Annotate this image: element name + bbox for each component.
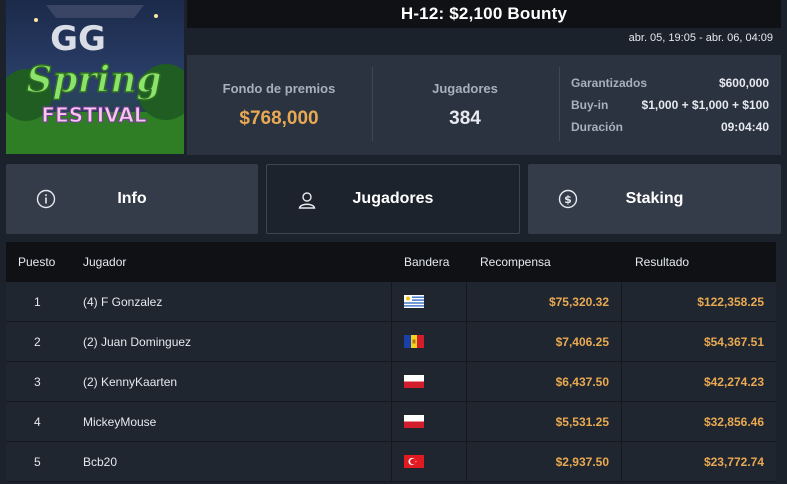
row-result: $42,274.23 <box>703 374 764 389</box>
players-value: 384 <box>449 107 481 129</box>
guaranteed-label: Garantizados <box>571 76 648 90</box>
players-table: Puesto Jugador Bandera Recompensa Result… <box>6 242 776 482</box>
row-result: $54,367.51 <box>703 334 764 349</box>
svg-text:$: $ <box>564 193 572 206</box>
players-stat: Jugadores 384 <box>373 55 557 155</box>
column-header-player[interactable]: Jugador <box>72 242 392 282</box>
tab-info[interactable]: Info <box>6 164 258 234</box>
column-header-flag[interactable]: Bandera <box>392 242 467 282</box>
duration-row: Duración 09:04:40 <box>571 116 769 138</box>
tab-players[interactable]: Jugadores <box>266 164 520 234</box>
row-position: 5 <box>34 454 41 469</box>
row-reward: $75,320.32 <box>467 282 622 321</box>
poland-flag-icon <box>404 375 424 388</box>
stats-divider <box>559 67 560 141</box>
column-header-result[interactable]: Resultado <box>622 242 776 282</box>
turkey-flag-icon <box>404 455 424 468</box>
tab-info-label: Info <box>117 190 147 207</box>
poland-flag-icon <box>404 415 424 428</box>
row-position: 2 <box>34 334 41 349</box>
prize-pool-value: $768,000 <box>239 107 319 129</box>
stats-panel: Fondo de premios $768,000 Jugadores 384 … <box>187 55 781 155</box>
table-row[interactable]: 5 Bcb20 $2,937.50 $23,772.74 <box>6 442 776 482</box>
guaranteed-value: $600,000 <box>718 76 769 90</box>
column-header-reward[interactable]: Recompensa <box>467 242 622 282</box>
table-row[interactable]: 3 (2) KennyKaarten $6,437.50 $42,274.23 <box>6 362 776 402</box>
row-position: 3 <box>34 374 41 389</box>
row-flag <box>392 442 467 481</box>
buyin-label: Buy-in <box>571 98 609 112</box>
row-result: $32,856.46 <box>703 414 764 429</box>
row-result: $23,772.74 <box>703 454 764 469</box>
table-header: Puesto Jugador Bandera Recompensa Result… <box>6 242 776 282</box>
svg-text:Spring: Spring <box>26 59 161 101</box>
tab-staking-label: Staking <box>625 190 684 207</box>
row-flag <box>392 402 467 441</box>
row-reward: $6,437.50 <box>467 362 622 401</box>
table-row[interactable]: 1 (4) F Gonzalez $75,320.32 $122,358.25 <box>6 282 776 322</box>
row-reward: $5,531.25 <box>467 402 622 441</box>
buyin-value: $1,000 + $1,000 + $100 <box>641 98 769 112</box>
tab-staking[interactable]: $ Staking <box>528 164 781 234</box>
user-icon <box>298 192 316 209</box>
row-result: $122,358.25 <box>697 294 764 309</box>
buyin-row: Buy-in $1,000 + $1,000 + $100 <box>571 94 769 116</box>
row-reward: $7,406.25 <box>467 322 622 361</box>
title-bar: H-12: $2,100 Bounty <box>187 0 781 28</box>
table-row[interactable]: 4 MickeyMouse $5,531.25 $32,856.46 <box>6 402 776 442</box>
duration-label: Duración <box>571 120 624 134</box>
row-player: (4) F Gonzalez <box>72 282 392 321</box>
tournament-details: Garantizados $600,000 Buy-in $1,000 + $1… <box>571 72 769 138</box>
row-flag <box>392 362 467 401</box>
players-label: Jugadores <box>432 80 498 96</box>
tournament-title: H-12: $2,100 Bounty <box>400 4 568 23</box>
duration-value: 09:04:40 <box>720 120 769 134</box>
tournament-dates: abr. 05, 19:05 - abr. 06, 04:09 <box>628 32 773 44</box>
row-player: MickeyMouse <box>72 402 392 441</box>
row-position: 4 <box>34 414 41 429</box>
dollar-coin-icon: $ <box>558 189 578 209</box>
row-player: (2) Juan Dominguez <box>72 322 392 361</box>
guaranteed-row: Garantizados $600,000 <box>571 72 769 94</box>
table-row[interactable]: 2 (2) Juan Dominguez $7,406.25 $54,367.5… <box>6 322 776 362</box>
row-flag <box>392 282 467 321</box>
info-icon <box>36 189 56 209</box>
prize-pool-stat: Fondo de premios $768,000 <box>187 55 371 155</box>
andorra-flag-icon <box>404 335 424 348</box>
row-player: Bcb20 <box>72 442 392 481</box>
row-position: 1 <box>34 294 41 309</box>
svg-text:FESTIVAL: FESTIVAL <box>41 103 146 127</box>
svg-text:GG: GG <box>50 19 106 59</box>
tab-players-label: Jugadores <box>352 190 434 207</box>
event-logo: GG Spring FESTIVAL <box>6 0 184 154</box>
prize-pool-label: Fondo de premios <box>222 80 336 96</box>
column-header-position[interactable]: Puesto <box>6 242 72 282</box>
row-player: (2) KennyKaarten <box>72 362 392 401</box>
row-reward: $2,937.50 <box>467 442 622 481</box>
uruguay-flag-icon <box>404 295 424 308</box>
row-flag <box>392 322 467 361</box>
